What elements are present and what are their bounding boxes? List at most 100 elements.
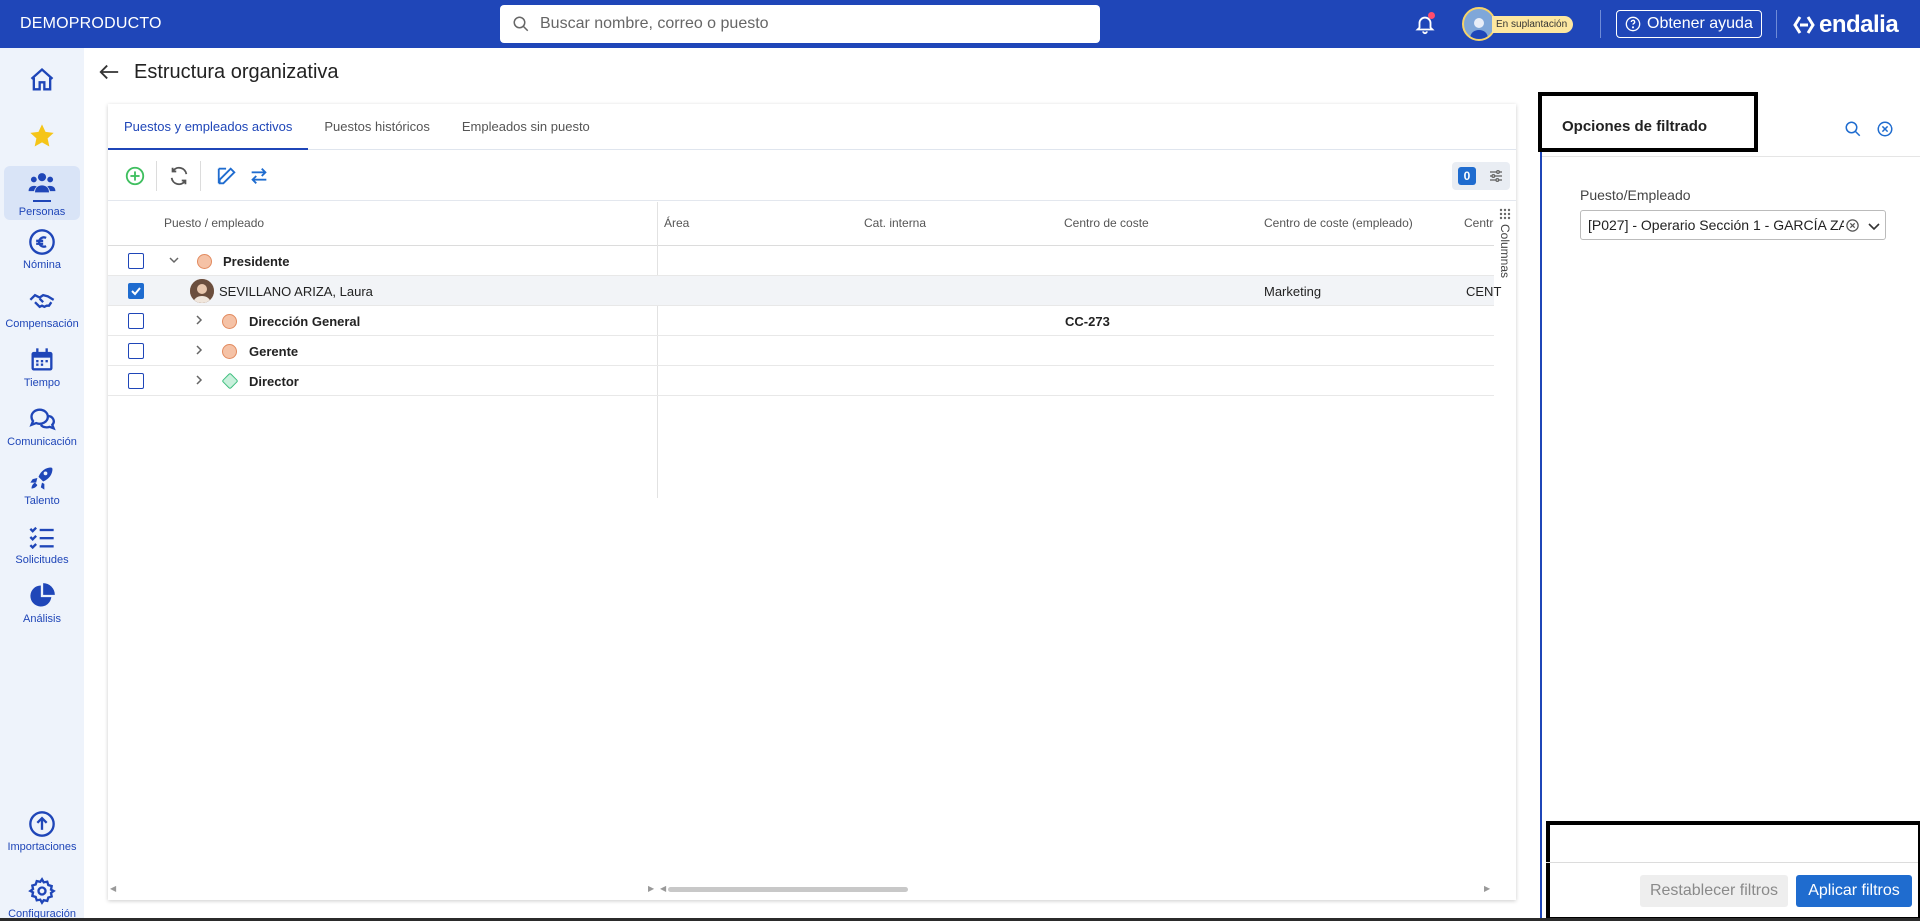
handshake-icon <box>29 293 55 308</box>
position-employee-select[interactable]: [P027] - Operario Sección 1 - GARCÍA ZA <box>1580 210 1886 240</box>
chevron-down-icon[interactable] <box>1867 219 1881 233</box>
transfer-icon[interactable] <box>248 165 270 187</box>
close-icon[interactable] <box>1876 120 1894 138</box>
grid-dots-icon <box>1499 208 1511 220</box>
filter-field-label: Puesto/Empleado <box>1580 187 1691 203</box>
table-row[interactable]: Presidente <box>108 246 1494 276</box>
table-row[interactable]: Gerente <box>108 336 1494 366</box>
sidebar-item-label: Análisis <box>23 612 61 625</box>
table-row[interactable]: Director <box>108 366 1494 396</box>
impersonation-badge: En suplantación <box>1492 15 1574 33</box>
user-menu[interactable]: En suplantación <box>1462 7 1574 41</box>
checklist-icon <box>29 526 54 549</box>
chevron-right-icon[interactable] <box>193 314 205 326</box>
row-checkbox[interactable] <box>128 313 144 329</box>
clear-icon[interactable] <box>1845 218 1860 233</box>
chevron-down-icon[interactable] <box>168 254 180 266</box>
column-header-internal-category[interactable]: Cat. interna <box>864 216 926 230</box>
row-label: Dirección General <box>249 314 361 329</box>
scroll-left-icon[interactable]: ◀ <box>110 884 116 893</box>
page-title: Estructura organizativa <box>134 61 339 83</box>
sidebar-item-importaciones[interactable]: Importaciones <box>4 804 80 858</box>
cell-cost-center: CC-273 <box>1065 314 1110 329</box>
row-checkbox[interactable] <box>128 373 144 389</box>
position-icon <box>222 314 237 329</box>
sidebar-item-comunicacion[interactable]: Comunicación <box>4 399 80 453</box>
sidebar-item-label: Solicitudes <box>15 553 69 566</box>
tab-bar: Puestos y empleados activos Puestos hist… <box>108 104 1516 150</box>
sidebar-item-label: Comunicación <box>7 435 77 448</box>
chat-icon <box>29 408 56 430</box>
row-checkbox[interactable] <box>128 343 144 359</box>
sidebar-item-home[interactable] <box>4 54 80 108</box>
add-icon[interactable] <box>124 165 146 187</box>
sidebar-item-compensacion[interactable]: Compensación <box>4 281 80 335</box>
back-arrow-icon[interactable] <box>98 62 120 82</box>
table-row[interactable]: SEVILLANO ARIZA, Laura Marketing CENT <box>108 276 1501 306</box>
tab-historical-positions[interactable]: Puestos históricos <box>308 104 446 150</box>
home-icon <box>30 67 54 90</box>
column-header-cost-center[interactable]: Centro de coste <box>1064 216 1149 230</box>
global-search[interactable] <box>500 5 1100 43</box>
scroll-right-icon[interactable]: ▶ <box>648 884 654 893</box>
upload-icon <box>29 810 55 837</box>
cell-employee-cost-center: Marketing <box>1264 284 1322 299</box>
sidebar-item-configuracion[interactable]: Configuración <box>4 871 80 921</box>
edit-icon[interactable] <box>216 165 238 187</box>
divider <box>1776 10 1777 38</box>
chevron-right-icon[interactable] <box>193 374 205 386</box>
notification-dot <box>1428 12 1435 19</box>
search-icon[interactable] <box>1844 120 1862 138</box>
columns-side-panel-toggle[interactable]: Columnas <box>1494 202 1516 402</box>
panel-divider <box>1542 156 1920 157</box>
help-button[interactable]: Obtener ayuda <box>1616 10 1762 38</box>
row-label: SEVILLANO ARIZA, Laura <box>219 284 373 299</box>
horizontal-scrollbar[interactable]: ◀ ▶ ◀ ▶ <box>108 884 1494 894</box>
scroll-right-icon[interactable]: ▶ <box>1484 884 1490 893</box>
sidebar-item-favorites[interactable] <box>4 110 80 164</box>
row-checkbox[interactable] <box>128 253 144 269</box>
position-diamond-icon <box>221 372 239 390</box>
people-icon <box>28 172 56 192</box>
chevron-right-icon[interactable] <box>193 344 205 356</box>
tab-active-positions[interactable]: Puestos y empleados activos <box>108 104 309 150</box>
scroll-left-icon[interactable]: ◀ <box>660 884 666 893</box>
sidebar-item-personas[interactable]: Personas <box>4 166 80 220</box>
filter-panel: Opciones de filtrado Puesto/Empleado [P0… <box>1538 92 1920 921</box>
logo-icon <box>1793 16 1815 34</box>
column-header-position[interactable]: Puesto / empleado <box>164 216 264 230</box>
column-header-center[interactable]: Centr <box>1464 216 1493 230</box>
reset-filters-button[interactable]: Restablecer filtros <box>1640 875 1788 907</box>
tab-employees-without-position[interactable]: Empleados sin puesto <box>446 104 606 150</box>
avatar <box>190 279 214 303</box>
table-row[interactable]: Dirección General CC-273 <box>108 306 1494 336</box>
search-input[interactable] <box>540 15 1080 33</box>
check-icon <box>131 287 141 296</box>
sidebar-item-tiempo[interactable]: Tiempo <box>4 340 80 394</box>
sidebar-item-solicitudes[interactable]: Solicitudes <box>4 517 80 571</box>
refresh-icon[interactable] <box>168 165 190 187</box>
active-indicator <box>33 199 51 202</box>
toolbar-divider <box>200 161 201 191</box>
sliders-icon <box>1490 170 1502 182</box>
filter-toggle-button[interactable]: 0 <box>1452 162 1510 190</box>
brand-name[interactable]: DEMOPRODUCTO <box>0 15 500 33</box>
apply-filters-button[interactable]: Aplicar filtros <box>1796 875 1912 907</box>
search-icon <box>513 16 529 32</box>
scrollbar-thumb[interactable] <box>668 887 908 892</box>
sidebar-item-talento[interactable]: Talento <box>4 458 80 512</box>
selected-value: [P027] - Operario Sección 1 - GARCÍA ZA <box>1588 217 1844 233</box>
toolbar-divider <box>156 161 157 191</box>
position-icon <box>197 254 212 269</box>
row-label: Director <box>249 374 299 389</box>
column-header-employee-cost-center[interactable]: Centro de coste (empleado) <box>1264 216 1413 230</box>
sidebar-item-label: Importaciones <box>7 840 77 853</box>
sidebar-item-analisis[interactable]: Análisis <box>4 576 80 630</box>
row-checkbox[interactable] <box>128 283 144 299</box>
sidebar-item-label: Tiempo <box>23 376 61 389</box>
question-icon <box>1625 16 1641 32</box>
sidebar-item-nomina[interactable]: Nómina <box>4 222 80 276</box>
sidebar-item-label: Personas <box>18 205 66 218</box>
column-header-area[interactable]: Área <box>664 216 689 230</box>
gear-icon <box>28 876 56 905</box>
